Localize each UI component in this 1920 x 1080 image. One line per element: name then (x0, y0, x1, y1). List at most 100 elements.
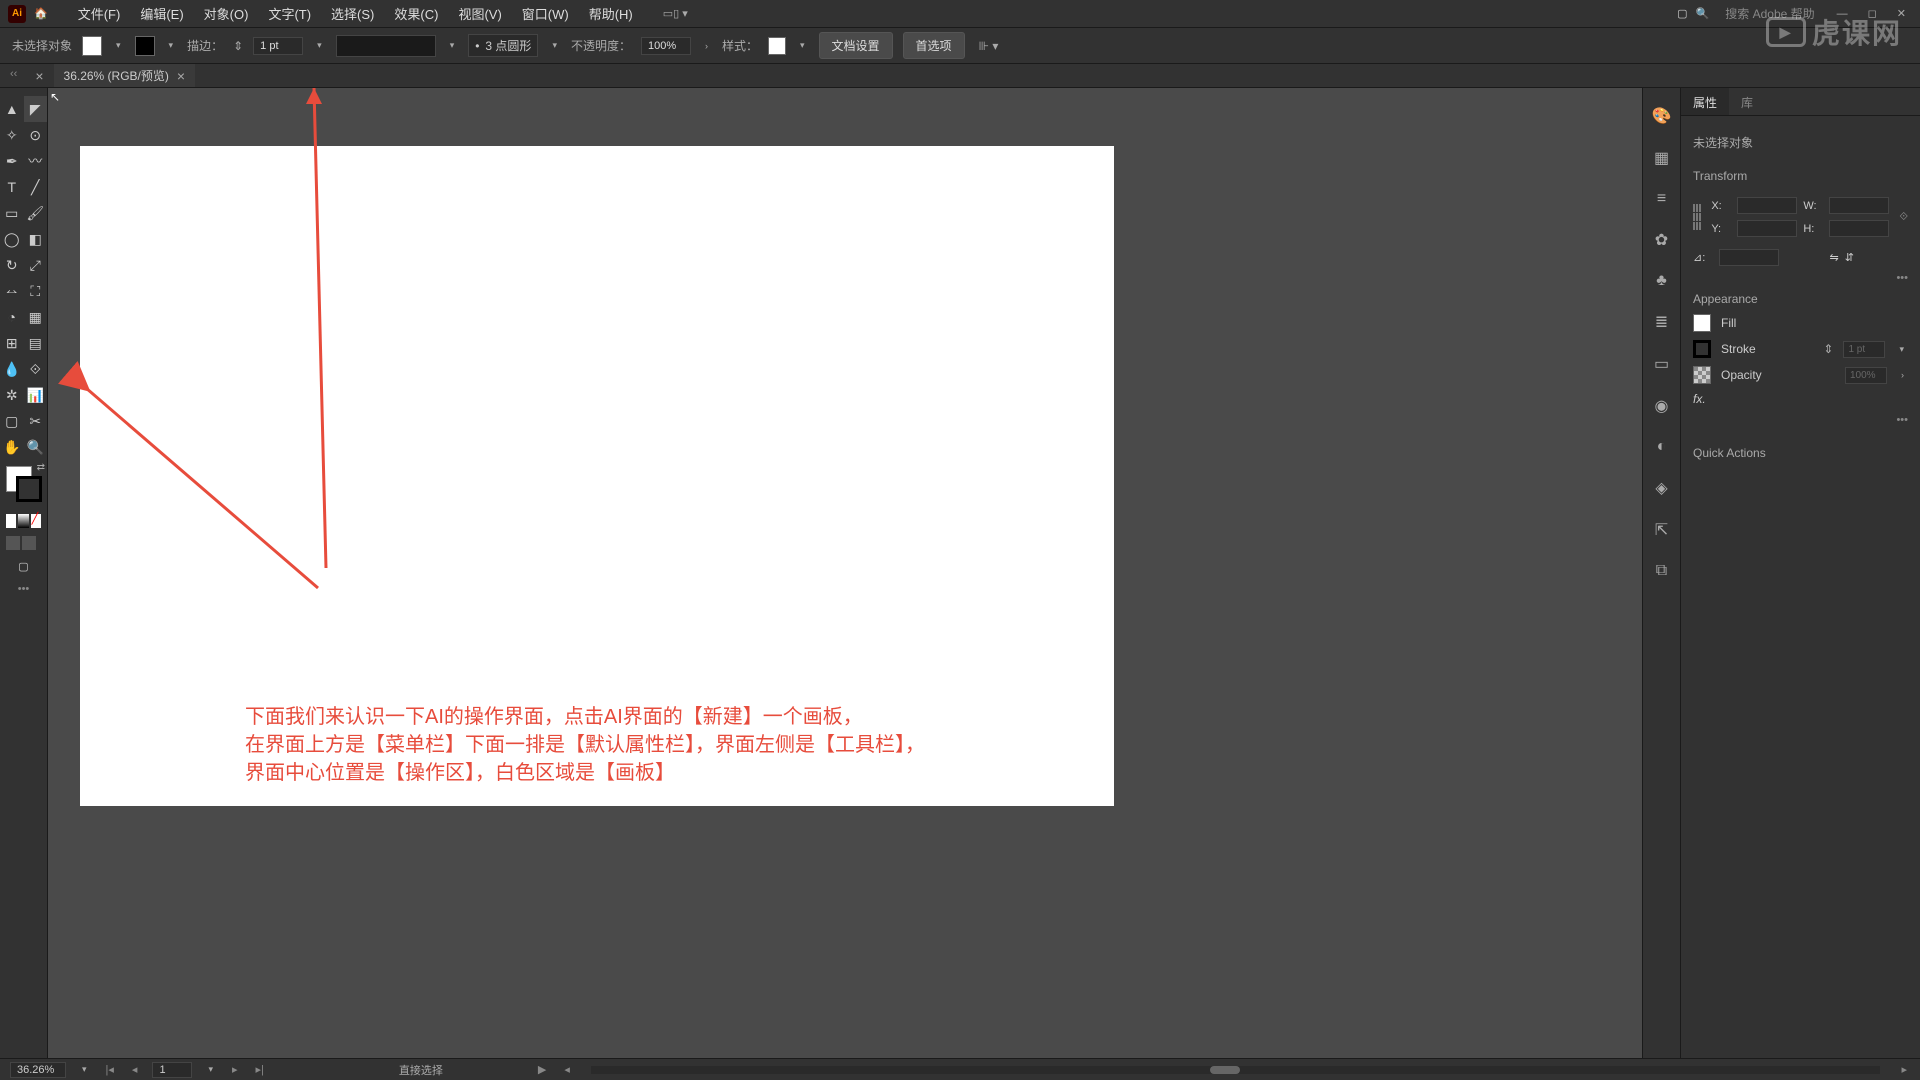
menu-window[interactable]: 窗口(W) (512, 0, 579, 27)
w-input[interactable] (1829, 197, 1889, 214)
draw-normal-icon[interactable] (6, 536, 20, 550)
scroll-left-icon[interactable]: ◂ (561, 1063, 573, 1076)
artboards-panel-icon[interactable]: ⧉ (1656, 562, 1667, 580)
opacity-swatch[interactable] (1693, 366, 1711, 384)
prev-artboard-icon[interactable]: ◂ (129, 1063, 141, 1076)
canvas-area[interactable]: 下面我们来认识一下AI的操作界面，点击AI界面的【新建】一个画板， 在界面上方是… (48, 88, 1642, 1058)
style-dropdown-icon[interactable]: ▾ (796, 40, 809, 51)
appearance-more-icon[interactable]: ••• (1693, 414, 1908, 426)
curvature-tool-icon[interactable]: 〰 (24, 148, 48, 174)
brush-dropdown-icon[interactable]: ▾ (548, 40, 561, 51)
document-setup-button[interactable]: 文档设置 (819, 32, 893, 59)
slice-tool-icon[interactable]: ✂ (24, 408, 48, 434)
menu-file[interactable]: 文件(F) (68, 0, 131, 27)
stroke-weight-panel-input[interactable] (1843, 341, 1885, 358)
vwp-dropdown-icon[interactable]: ▾ (446, 40, 459, 51)
fx-label[interactable]: fx. (1693, 392, 1706, 406)
graphic-styles-panel-icon[interactable]: ◐ (1657, 438, 1667, 456)
color-mode-icon[interactable] (6, 514, 16, 528)
fill-dropdown-icon[interactable]: ▾ (112, 40, 125, 51)
shape-builder-tool-icon[interactable]: ◔ (0, 304, 24, 330)
artboard-dropdown-icon[interactable]: ▾ (204, 1064, 217, 1075)
stroke-dropdown-icon[interactable]: ▾ (165, 40, 178, 51)
shaper-tool-icon[interactable]: ◯ (0, 226, 24, 252)
status-play-icon[interactable]: ▶ (535, 1063, 549, 1076)
y-input[interactable] (1737, 220, 1797, 237)
graph-tool-icon[interactable]: 📊 (24, 382, 48, 408)
document-tab[interactable]: 36.26% (RGB/预览) × (54, 64, 196, 87)
line-tool-icon[interactable]: ╱ (24, 174, 48, 200)
home-icon[interactable]: 🏠 (34, 7, 48, 20)
arrange-icon[interactable]: ▢ (1677, 7, 1687, 20)
edit-toolbar-icon[interactable]: ••• (0, 579, 47, 599)
zoom-tool-icon[interactable]: 🔍 (24, 434, 48, 460)
flip-v-icon[interactable]: ⇵ (1845, 251, 1854, 264)
more-options-icon[interactable]: ••• (1693, 272, 1908, 284)
tab-chevron-left-icon[interactable]: ‹‹ (10, 68, 17, 84)
tab-close-icon[interactable]: × (177, 68, 185, 84)
eyedropper-tool-icon[interactable]: 💧 (0, 356, 24, 382)
untitled-tab-close-icon[interactable]: × (35, 68, 43, 84)
rotate-tool-icon[interactable]: ↻ (0, 252, 24, 278)
stroke-color-icon[interactable] (16, 476, 42, 502)
artboard-number-input[interactable] (152, 1062, 192, 1078)
preferences-button[interactable]: 首选项 (903, 32, 965, 59)
swap-colors-icon[interactable]: ⇄ (37, 462, 45, 473)
stroke-weight-panel-dropdown-icon[interactable]: ▾ (1895, 344, 1908, 355)
scroll-right-icon[interactable]: ▸ (1898, 1063, 1910, 1076)
tab-properties[interactable]: 属性 (1681, 88, 1729, 115)
hand-tool-icon[interactable]: ✋ (0, 434, 24, 460)
flip-h-icon[interactable]: ⇋ (1830, 251, 1839, 264)
direct-selection-tool-icon[interactable]: ◤ (24, 96, 48, 122)
transform-panel-icon[interactable]: ▭ (1654, 354, 1669, 374)
fill-stroke-colors[interactable]: ⇄ (0, 460, 47, 510)
paintbrush-tool-icon[interactable]: 🖌 (24, 200, 48, 226)
constrain-icon[interactable]: ⟐ (1899, 211, 1908, 224)
menu-effect[interactable]: 效果(C) (384, 0, 448, 27)
fill-swatch[interactable] (82, 36, 102, 56)
width-tool-icon[interactable]: ⥎ (0, 278, 24, 304)
none-mode-icon[interactable]: ╱ (31, 514, 41, 528)
fill-color-swatch[interactable] (1693, 314, 1711, 332)
menu-type[interactable]: 文字(T) (258, 0, 321, 27)
stroke-stepper-panel-icon[interactable]: ⇕ (1823, 342, 1833, 356)
color-panel-icon[interactable]: 🎨 (1652, 106, 1672, 126)
symbols-panel-icon[interactable]: ♣ (1656, 272, 1667, 290)
tab-libraries[interactable]: 库 (1729, 88, 1765, 115)
menu-select[interactable]: 选择(S) (321, 0, 384, 27)
x-input[interactable] (1737, 197, 1797, 214)
variable-width-profile[interactable] (336, 35, 436, 57)
symbol-sprayer-tool-icon[interactable]: ✲ (0, 382, 24, 408)
screen-mode-icon[interactable]: ▢ (0, 554, 47, 579)
opacity-input[interactable] (641, 37, 691, 55)
menu-help[interactable]: 帮助(H) (579, 0, 643, 27)
brushes-panel-icon[interactable]: ✿ (1655, 230, 1668, 250)
stroke-weight-dropdown-icon[interactable]: ▾ (313, 40, 326, 51)
menu-object[interactable]: 对象(O) (194, 0, 259, 27)
stroke-weight-input[interactable] (253, 37, 303, 55)
stroke-color-swatch[interactable] (1693, 340, 1711, 358)
free-transform-tool-icon[interactable]: ⛶ (24, 278, 48, 304)
appearance-panel-icon[interactable]: ◉ (1655, 396, 1669, 416)
gradient-tool-icon[interactable]: ▤ (24, 330, 48, 356)
magic-wand-tool-icon[interactable]: ✧ (0, 122, 24, 148)
horizontal-scrollbar[interactable] (591, 1066, 1881, 1074)
opacity-panel-dropdown-icon[interactable]: › (1897, 370, 1908, 380)
workspace-switcher-icon[interactable]: ▭▯ ▾ (663, 7, 688, 20)
opacity-dropdown-icon[interactable]: › (701, 41, 712, 51)
scale-tool-icon[interactable]: ⤢ (24, 252, 48, 278)
type-tool-icon[interactable]: T (0, 174, 24, 200)
swatches-panel-icon[interactable]: ▦ (1654, 148, 1669, 168)
menu-view[interactable]: 视图(V) (448, 0, 511, 27)
search-icon[interactable]: 🔍 (1696, 7, 1710, 20)
pen-tool-icon[interactable]: ✒ (0, 148, 24, 174)
perspective-tool-icon[interactable]: ▦ (24, 304, 48, 330)
stroke-panel-icon[interactable]: ≡ (1657, 190, 1666, 208)
rectangle-tool-icon[interactable]: ▭ (0, 200, 24, 226)
eraser-tool-icon[interactable]: ◧ (24, 226, 48, 252)
h-input[interactable] (1829, 220, 1889, 237)
gradient-mode-icon[interactable] (18, 514, 28, 528)
mesh-tool-icon[interactable]: ⊞ (0, 330, 24, 356)
artboard-tool-icon[interactable]: ▢ (0, 408, 24, 434)
reference-point-icon[interactable] (1693, 204, 1701, 230)
